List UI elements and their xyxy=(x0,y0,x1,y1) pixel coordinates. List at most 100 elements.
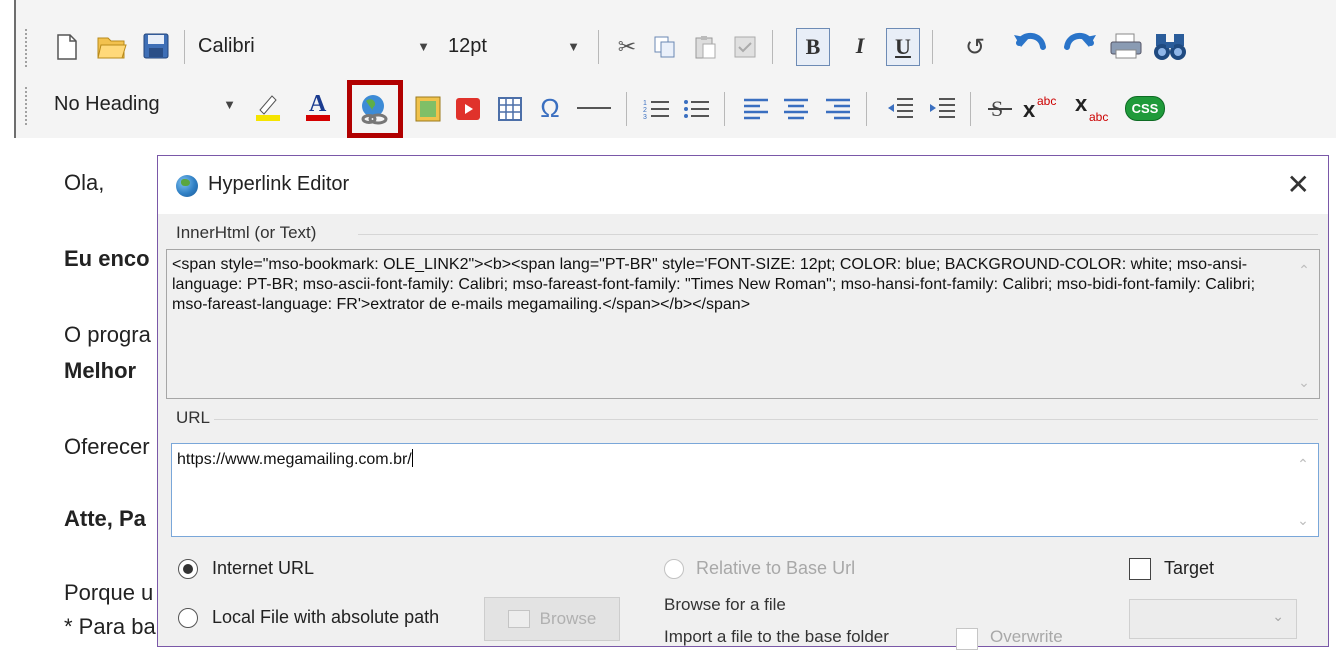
redo-icon[interactable] xyxy=(1060,24,1100,64)
indent-icon[interactable] xyxy=(926,90,958,128)
highlight-color-icon[interactable] xyxy=(252,86,284,126)
chevron-down-icon[interactable]: ⌄ xyxy=(1289,372,1319,392)
separator xyxy=(626,92,627,126)
superscript-icon[interactable]: x abc xyxy=(1022,88,1064,128)
editor-text-line: Atte, Pa xyxy=(64,506,146,531)
separator xyxy=(932,30,933,64)
browse-label: Browse xyxy=(539,609,597,628)
local-file-radio[interactable] xyxy=(178,608,198,628)
editor-text-line: Porque u xyxy=(64,580,154,605)
divider xyxy=(358,234,1318,235)
globe-icon xyxy=(176,175,198,197)
url-label: URL xyxy=(176,408,211,427)
browse-button: Browse xyxy=(484,597,620,641)
paste-icon[interactable] xyxy=(690,30,720,64)
url-value: https://www.megamailing.com.br/ xyxy=(177,451,412,468)
print-icon[interactable] xyxy=(1108,28,1144,64)
chevron-down-icon: ⌄ xyxy=(1272,608,1284,624)
open-folder-icon[interactable] xyxy=(94,28,130,64)
local-file-label[interactable]: Local File with absolute path xyxy=(212,607,439,628)
relative-base-url-radio xyxy=(664,559,684,579)
editor-text-line: Eu enco xyxy=(64,246,150,271)
target-label[interactable]: Target xyxy=(1164,558,1214,579)
align-right-icon[interactable] xyxy=(822,90,854,128)
svg-text:abc: abc xyxy=(1089,110,1108,123)
css-badge: CSS xyxy=(1124,95,1166,121)
chevron-down-icon: ▼ xyxy=(223,96,236,112)
separator xyxy=(772,30,773,64)
strikethrough-icon[interactable]: S xyxy=(984,88,1016,128)
internet-url-label[interactable]: Internet URL xyxy=(212,558,314,579)
inner-html-value: <span style="mso-bookmark: OLE_LINK2"><b… xyxy=(172,256,1256,313)
underline-button[interactable]: U xyxy=(886,28,920,66)
paste-special-icon[interactable] xyxy=(730,30,760,64)
url-input[interactable]: https://www.megamailing.com.br/ ⌃ ⌄ xyxy=(171,443,1319,537)
separator xyxy=(970,92,971,126)
svg-text:1: 1 xyxy=(643,100,647,107)
font-name-select[interactable]: Calibri ▼ xyxy=(198,28,438,64)
inner-html-label: InnerHtml (or Text) xyxy=(176,223,317,242)
font-size-select[interactable]: 12pt ▼ xyxy=(448,28,588,64)
font-name-value: Calibri xyxy=(198,34,255,57)
dialog-title: Hyperlink Editor xyxy=(208,173,350,195)
table-icon[interactable] xyxy=(494,90,526,128)
dialog-title-bar[interactable]: Hyperlink Editor ✕ xyxy=(158,156,1328,214)
inner-html-textarea[interactable]: <span style="mso-bookmark: OLE_LINK2"><b… xyxy=(166,249,1320,399)
special-character-icon[interactable]: Ω xyxy=(534,88,566,128)
undo-icon[interactable] xyxy=(1010,24,1050,64)
subscript-icon[interactable]: x abc xyxy=(1074,88,1116,128)
svg-text:abc: abc xyxy=(1037,94,1056,108)
divider xyxy=(214,419,1318,420)
toolbar-grip[interactable] xyxy=(24,28,28,68)
target-checkbox[interactable] xyxy=(1129,558,1151,580)
horizontal-rule-icon[interactable] xyxy=(574,88,614,128)
target-select: ⌄ xyxy=(1129,599,1297,639)
close-icon[interactable]: ✕ xyxy=(1287,168,1310,201)
browse-icon xyxy=(507,610,530,628)
editor-text-line: O progra xyxy=(64,322,151,347)
editor-text-line: Melhor xyxy=(64,358,137,383)
save-icon[interactable] xyxy=(140,30,172,62)
toolbar-grip[interactable] xyxy=(24,86,28,126)
svg-text:3: 3 xyxy=(643,114,647,121)
outdent-icon[interactable] xyxy=(884,90,916,128)
scrollbar[interactable]: ⌃ ⌄ xyxy=(1288,444,1318,536)
editor-text-line: Oferecer xyxy=(64,434,150,459)
chevron-up-icon[interactable]: ⌃ xyxy=(1288,454,1318,474)
hyperlink-editor-dialog: Hyperlink Editor ✕ InnerHtml (or Text) <… xyxy=(157,155,1329,650)
separator xyxy=(598,30,599,64)
chevron-down-icon[interactable]: ⌄ xyxy=(1288,510,1318,530)
bold-button[interactable]: B xyxy=(796,28,830,66)
svg-text:2: 2 xyxy=(643,107,647,114)
scrollbar[interactable]: ⌃ ⌄ xyxy=(1289,250,1319,398)
copy-icon[interactable] xyxy=(650,30,680,64)
hyperlink-highlight-box xyxy=(347,80,403,138)
editor-text-line: * Para ba xyxy=(64,614,156,639)
video-icon[interactable] xyxy=(452,90,484,128)
numbered-list-icon[interactable]: 123 xyxy=(640,90,672,128)
separator xyxy=(184,30,185,64)
heading-select[interactable]: No Heading ▼ xyxy=(54,86,244,122)
separator xyxy=(724,92,725,126)
image-icon[interactable] xyxy=(412,90,444,128)
css-icon[interactable]: CSS xyxy=(1122,92,1168,124)
svg-text:x: x xyxy=(1075,93,1088,116)
align-left-icon[interactable] xyxy=(740,90,772,128)
overwrite-label: Overwrite xyxy=(990,627,1063,646)
cut-icon[interactable]: ✂ xyxy=(612,30,642,64)
find-binoculars-icon[interactable] xyxy=(1150,26,1190,66)
chevron-up-icon[interactable]: ⌃ xyxy=(1289,260,1319,280)
text-cursor xyxy=(411,449,413,467)
internet-url-radio[interactable] xyxy=(178,559,198,579)
italic-button[interactable]: I xyxy=(846,28,874,64)
align-center-icon[interactable] xyxy=(780,90,812,128)
separator xyxy=(866,92,867,126)
chevron-down-icon: ▼ xyxy=(567,38,580,54)
bullet-list-icon[interactable] xyxy=(680,90,712,128)
new-document-icon[interactable] xyxy=(52,30,82,64)
heading-value: No Heading xyxy=(54,92,160,115)
svg-text:x: x xyxy=(1023,97,1036,122)
font-color-icon[interactable]: A xyxy=(302,86,334,126)
refresh-icon[interactable]: ↺ xyxy=(960,30,990,64)
import-base-folder-label: Import a file to the base folder xyxy=(664,627,889,646)
